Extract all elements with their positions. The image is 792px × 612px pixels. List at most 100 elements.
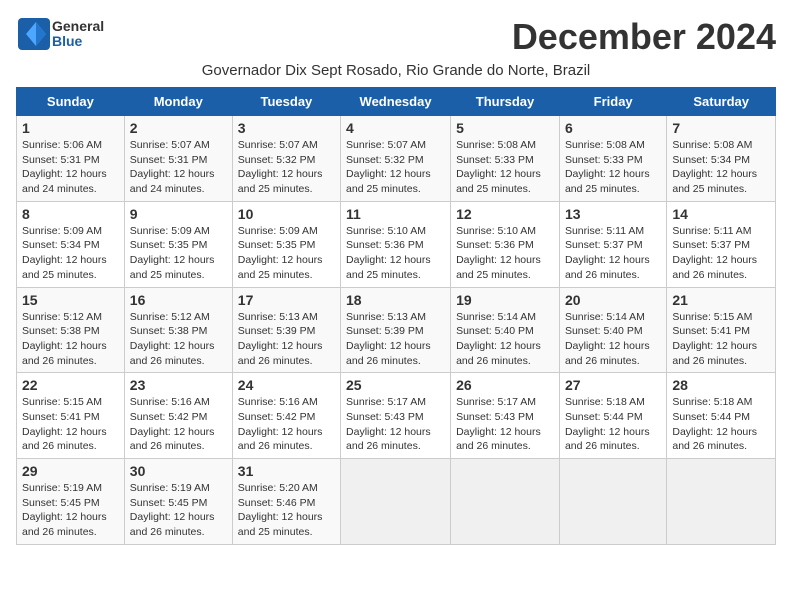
table-row bbox=[341, 459, 451, 545]
day-number: 12 bbox=[456, 206, 554, 222]
day-info: Sunrise: 5:17 AM Sunset: 5:43 PM Dayligh… bbox=[456, 395, 554, 454]
day-info: Sunrise: 5:07 AM Sunset: 5:31 PM Dayligh… bbox=[130, 138, 227, 197]
calendar-header-row: SundayMondayTuesdayWednesdayThursdayFrid… bbox=[17, 88, 776, 116]
location-title: Governador Dix Sept Rosado, Rio Grande d… bbox=[16, 62, 776, 79]
table-row: 27Sunrise: 5:18 AM Sunset: 5:44 PM Dayli… bbox=[559, 373, 666, 459]
day-info: Sunrise: 5:08 AM Sunset: 5:34 PM Dayligh… bbox=[672, 138, 770, 197]
day-number: 29 bbox=[22, 463, 119, 479]
column-header-thursday: Thursday bbox=[451, 88, 560, 116]
table-row bbox=[451, 459, 560, 545]
table-row: 7 Sunrise: 5:08 AM Sunset: 5:34 PM Daylig… bbox=[667, 116, 776, 202]
day-number: 8 bbox=[22, 206, 119, 222]
day-number: 28 bbox=[672, 377, 770, 393]
day-number: 22 bbox=[22, 377, 119, 393]
day-number: 17 bbox=[238, 292, 335, 308]
table-row: 4Sunrise: 5:07 AM Sunset: 5:32 PM Daylig… bbox=[341, 116, 451, 202]
table-row: 15 Sunrise: 5:12 AM Sunset: 5:38 PM Dayli… bbox=[17, 287, 125, 373]
logo-general: General bbox=[52, 19, 104, 34]
day-info: Sunrise: 5:06 AM Sunset: 5:31 PM Dayligh… bbox=[22, 138, 119, 197]
day-number: 15 bbox=[22, 292, 119, 308]
table-row: 31Sunrise: 5:20 AM Sunset: 5:46 PM Dayli… bbox=[232, 459, 340, 545]
table-row: 6 Sunrise: 5:08 AM Sunset: 5:33 PM Daylig… bbox=[559, 116, 666, 202]
day-number: 2 bbox=[130, 120, 227, 136]
day-info: Sunrise: 5:07 AM Sunset: 5:32 PM Dayligh… bbox=[238, 138, 335, 197]
calendar-body: 1 Sunrise: 5:06 AM Sunset: 5:31 PM Daylig… bbox=[17, 116, 776, 545]
column-header-sunday: Sunday bbox=[17, 88, 125, 116]
day-info: Sunrise: 5:12 AM Sunset: 5:38 PM Dayligh… bbox=[22, 310, 119, 369]
day-number: 25 bbox=[346, 377, 445, 393]
table-row: 23 Sunrise: 5:16 AM Sunset: 5:42 PM Dayli… bbox=[124, 373, 232, 459]
table-row: 5 Sunrise: 5:08 AM Sunset: 5:33 PM Daylig… bbox=[451, 116, 560, 202]
calendar-week-0: 1 Sunrise: 5:06 AM Sunset: 5:31 PM Daylig… bbox=[17, 116, 776, 202]
logo-icon bbox=[16, 16, 52, 52]
calendar-week-1: 8 Sunrise: 5:09 AM Sunset: 5:34 PM Daylig… bbox=[17, 201, 776, 287]
day-number: 21 bbox=[672, 292, 770, 308]
day-info: Sunrise: 5:09 AM Sunset: 5:34 PM Dayligh… bbox=[22, 224, 119, 283]
calendar-week-2: 15 Sunrise: 5:12 AM Sunset: 5:38 PM Dayli… bbox=[17, 287, 776, 373]
day-info: Sunrise: 5:09 AM Sunset: 5:35 PM Dayligh… bbox=[130, 224, 227, 283]
day-number: 3 bbox=[238, 120, 335, 136]
logo-blue: Blue bbox=[52, 34, 104, 49]
day-number: 7 bbox=[672, 120, 770, 136]
day-number: 19 bbox=[456, 292, 554, 308]
table-row: 19 Sunrise: 5:14 AM Sunset: 5:40 PM Dayli… bbox=[451, 287, 560, 373]
calendar-week-4: 29 Sunrise: 5:19 AM Sunset: 5:45 PM Dayli… bbox=[17, 459, 776, 545]
day-number: 1 bbox=[22, 120, 119, 136]
day-number: 26 bbox=[456, 377, 554, 393]
calendar-week-3: 22 Sunrise: 5:15 AM Sunset: 5:41 PM Dayli… bbox=[17, 373, 776, 459]
day-info: Sunrise: 5:10 AM Sunset: 5:36 PM Dayligh… bbox=[456, 224, 554, 283]
day-info: Sunrise: 5:15 AM Sunset: 5:41 PM Dayligh… bbox=[22, 395, 119, 454]
month-title: December 2024 bbox=[512, 16, 776, 58]
table-row: 13 Sunrise: 5:11 AM Sunset: 5:37 PM Dayli… bbox=[559, 201, 666, 287]
day-number: 20 bbox=[565, 292, 661, 308]
day-number: 5 bbox=[456, 120, 554, 136]
table-row: 12 Sunrise: 5:10 AM Sunset: 5:36 PM Dayli… bbox=[451, 201, 560, 287]
table-row: 14 Sunrise: 5:11 AM Sunset: 5:37 PM Dayli… bbox=[667, 201, 776, 287]
day-info: Sunrise: 5:10 AM Sunset: 5:36 PM Dayligh… bbox=[346, 224, 445, 283]
day-info: Sunrise: 5:19 AM Sunset: 5:45 PM Dayligh… bbox=[130, 481, 227, 540]
column-header-friday: Friday bbox=[559, 88, 666, 116]
table-row: 1 Sunrise: 5:06 AM Sunset: 5:31 PM Daylig… bbox=[17, 116, 125, 202]
day-info: Sunrise: 5:11 AM Sunset: 5:37 PM Dayligh… bbox=[565, 224, 661, 283]
day-number: 9 bbox=[130, 206, 227, 222]
table-row: 2 Sunrise: 5:07 AM Sunset: 5:31 PM Daylig… bbox=[124, 116, 232, 202]
day-info: Sunrise: 5:16 AM Sunset: 5:42 PM Dayligh… bbox=[130, 395, 227, 454]
column-header-saturday: Saturday bbox=[667, 88, 776, 116]
table-row: 22 Sunrise: 5:15 AM Sunset: 5:41 PM Dayli… bbox=[17, 373, 125, 459]
day-number: 6 bbox=[565, 120, 661, 136]
day-number: 11 bbox=[346, 206, 445, 222]
table-row: 24 Sunrise: 5:16 AM Sunset: 5:42 PM Dayli… bbox=[232, 373, 340, 459]
table-row: 16Sunrise: 5:12 AM Sunset: 5:38 PM Dayli… bbox=[124, 287, 232, 373]
day-info: Sunrise: 5:17 AM Sunset: 5:43 PM Dayligh… bbox=[346, 395, 445, 454]
day-number: 23 bbox=[130, 377, 227, 393]
day-number: 10 bbox=[238, 206, 335, 222]
day-info: Sunrise: 5:16 AM Sunset: 5:42 PM Dayligh… bbox=[238, 395, 335, 454]
table-row bbox=[559, 459, 666, 545]
column-header-tuesday: Tuesday bbox=[232, 88, 340, 116]
table-row: 18Sunrise: 5:13 AM Sunset: 5:39 PM Dayli… bbox=[341, 287, 451, 373]
day-number: 18 bbox=[346, 292, 445, 308]
table-row: 9 Sunrise: 5:09 AM Sunset: 5:35 PM Daylig… bbox=[124, 201, 232, 287]
table-row bbox=[667, 459, 776, 545]
calendar-table: SundayMondayTuesdayWednesdayThursdayFrid… bbox=[16, 87, 776, 545]
day-number: 24 bbox=[238, 377, 335, 393]
day-info: Sunrise: 5:18 AM Sunset: 5:44 PM Dayligh… bbox=[672, 395, 770, 454]
day-number: 14 bbox=[672, 206, 770, 222]
table-row: 3 Sunrise: 5:07 AM Sunset: 5:32 PM Daylig… bbox=[232, 116, 340, 202]
day-info: Sunrise: 5:14 AM Sunset: 5:40 PM Dayligh… bbox=[456, 310, 554, 369]
day-info: Sunrise: 5:09 AM Sunset: 5:35 PM Dayligh… bbox=[238, 224, 335, 283]
day-info: Sunrise: 5:13 AM Sunset: 5:39 PM Dayligh… bbox=[238, 310, 335, 369]
column-header-wednesday: Wednesday bbox=[341, 88, 451, 116]
table-row: 17 Sunrise: 5:13 AM Sunset: 5:39 PM Dayli… bbox=[232, 287, 340, 373]
logo: General Blue bbox=[16, 16, 104, 52]
day-info: Sunrise: 5:15 AM Sunset: 5:41 PM Dayligh… bbox=[672, 310, 770, 369]
table-row: 28 Sunrise: 5:18 AM Sunset: 5:44 PM Dayli… bbox=[667, 373, 776, 459]
day-info: Sunrise: 5:18 AM Sunset: 5:44 PM Dayligh… bbox=[565, 395, 661, 454]
day-info: Sunrise: 5:20 AM Sunset: 5:46 PM Dayligh… bbox=[238, 481, 335, 540]
day-info: Sunrise: 5:08 AM Sunset: 5:33 PM Dayligh… bbox=[565, 138, 661, 197]
day-info: Sunrise: 5:08 AM Sunset: 5:33 PM Dayligh… bbox=[456, 138, 554, 197]
day-info: Sunrise: 5:11 AM Sunset: 5:37 PM Dayligh… bbox=[672, 224, 770, 283]
day-number: 13 bbox=[565, 206, 661, 222]
header: General Blue December 2024 bbox=[16, 16, 776, 58]
table-row: 30Sunrise: 5:19 AM Sunset: 5:45 PM Dayli… bbox=[124, 459, 232, 545]
